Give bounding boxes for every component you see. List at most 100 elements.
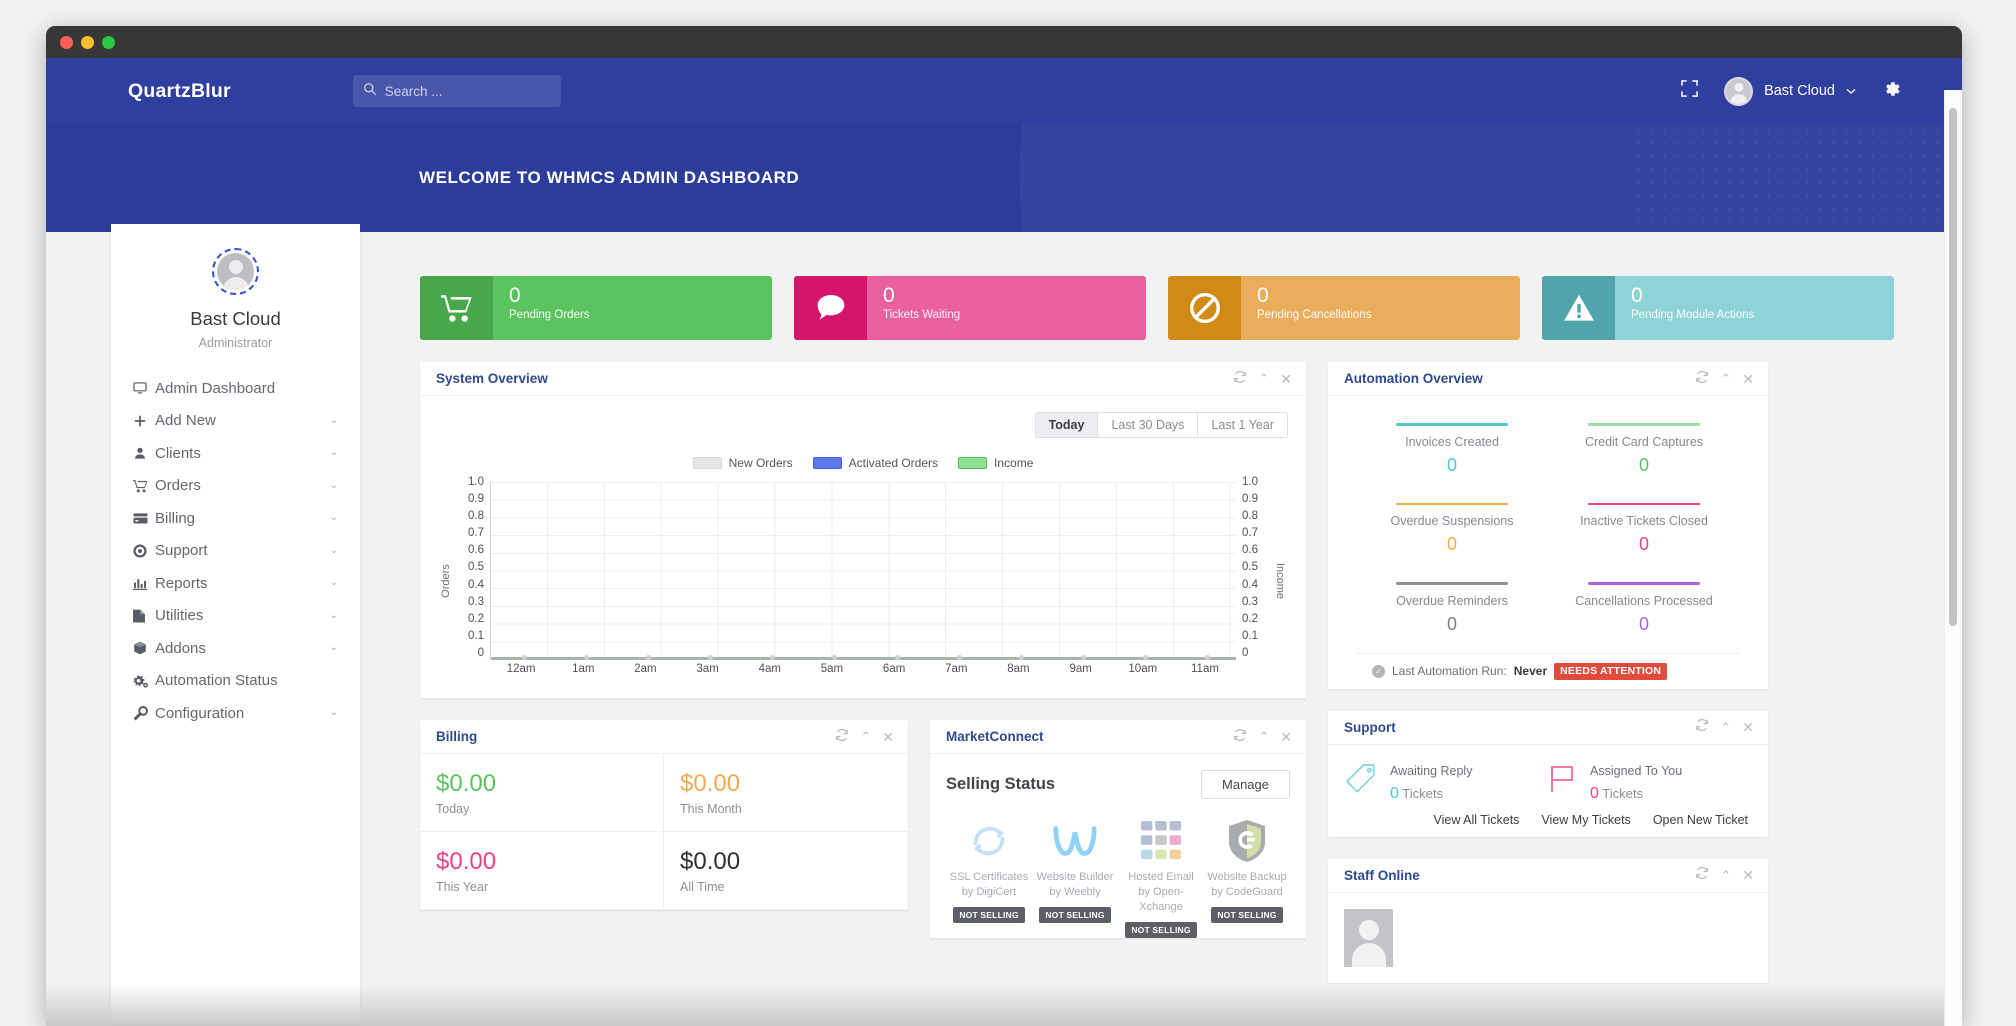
close-icon[interactable]: ✕ [882,730,894,744]
tag-icon [1344,762,1378,801]
chart-range-tabs: Today Last 30 Days Last 1 Year [1034,412,1288,438]
y-axis-tick: 1.0 [468,476,484,488]
refresh-icon[interactable] [835,728,849,746]
sidebar-item-clients[interactable]: Clients ⌄ [111,437,360,470]
product-website-backup[interactable]: Website Backup by CodeGuard NOT SELLING [1204,817,1290,938]
sidebar-item-reports[interactable]: Reports ⌄ [111,567,360,600]
y2-axis-tick: 0.5 [1242,561,1258,574]
sidebar-item-admin-dashboard[interactable]: Admin Dashboard [111,372,360,405]
billing-value: $0.00 [436,770,497,797]
panel-title: System Overview [436,371,548,386]
chevron-up-icon[interactable]: ⌃ [1720,869,1731,882]
product-ssl-certificates[interactable]: SSL Certificates by DigiCert NOT SELLING [946,817,1032,938]
automation-cell-credit-card-captures: Credit Card Captures 0 [1548,414,1740,494]
sidebar-item-label: Orders [155,477,201,495]
stat-card-tickets-waiting[interactable]: 0 Tickets Waiting [794,276,1146,340]
support-text: Assigned To You 0 Tickets [1590,759,1682,805]
window-maximize-button[interactable] [102,35,115,49]
refresh-icon[interactable] [1695,718,1709,736]
link-view-all-tickets[interactable]: View All Tickets [1434,813,1520,827]
avatar[interactable] [1344,908,1393,967]
x-axis-tick: 8am [1007,663,1030,675]
comment-icon [794,276,867,340]
sidebar-item-addons[interactable]: Addons ⌄ [111,632,360,665]
scrollbar-thumb[interactable] [1949,108,1957,626]
close-icon[interactable]: ✕ [1280,730,1292,744]
legend-label: Income [994,456,1034,470]
expand-icon[interactable] [1681,80,1698,102]
automation-label: Inactive Tickets Closed [1580,514,1708,528]
tab-today[interactable]: Today [1035,413,1099,437]
window-minimize-button[interactable] [81,35,94,49]
stat-card-pending-orders[interactable]: 0 Pending Orders [420,276,772,340]
panel-header: MarketConnect ⌃ ✕ [930,720,1306,754]
page-scrollbar[interactable] [1944,90,1962,1026]
chevron-up-icon[interactable]: ⌃ [860,730,871,743]
page-title: WELCOME TO WHMCS ADMIN DASHBOARD [419,168,800,187]
sidebar-item-automation-status[interactable]: Automation Status [111,665,360,698]
legend-item[interactable]: New Orders [692,456,793,470]
stat-card-pending-module-actions[interactable]: 0 Pending Module Actions [1542,276,1894,340]
chart-data-point [646,655,652,660]
close-icon[interactable]: ✕ [1280,372,1292,386]
sidebar-item-support[interactable]: Support ⌄ [111,535,360,568]
link-open-new-ticket[interactable]: Open New Ticket [1653,813,1748,827]
chevron-down-icon: ⌄ [329,479,338,491]
window-close-button[interactable] [60,35,73,49]
stat-label: Pending Module Actions [1631,309,1755,322]
y-axis-label: Orders [440,564,452,598]
status-badge: NOT SELLING [1039,906,1111,923]
chevron-up-icon[interactable]: ⌃ [1258,730,1269,743]
legend-item[interactable]: Income [958,456,1033,470]
legend-item[interactable]: Activated Orders [812,456,938,470]
panel-header: System Overview ⌃ ✕ [420,362,1306,396]
y-axis-tick: 0.9 [468,493,484,506]
refresh-icon[interactable] [1695,866,1709,884]
gear-icon[interactable] [1882,79,1902,104]
product-name-line1: Website Backup [1207,871,1287,883]
close-icon[interactable]: ✕ [1742,868,1754,882]
left-column: System Overview ⌃ ✕ Today Last 30 Days L… [420,362,1306,960]
y2-axis-tick: 0.1 [1242,629,1258,642]
avatar[interactable] [212,248,259,295]
automation-body: Invoices Created 0 Credit Card Captures … [1328,396,1768,689]
y-axis-tick: 0.3 [468,595,484,608]
chart-grid [490,482,1236,660]
refresh-icon[interactable] [1695,370,1709,388]
panel-tools: ⌃ ✕ [1233,728,1292,746]
stat-card-pending-cancellations[interactable]: 0 Pending Cancellations [1168,276,1520,340]
close-icon[interactable]: ✕ [1742,372,1754,386]
refresh-icon[interactable] [1233,728,1247,746]
tab-last-30-days[interactable]: Last 30 Days [1098,413,1199,437]
search-input[interactable] [384,83,551,99]
manage-button[interactable]: Manage [1201,770,1290,799]
sidebar-item-utilities[interactable]: Utilities ⌄ [111,600,360,633]
sidebar-item-billing[interactable]: Billing ⌄ [111,502,360,535]
stat-card-body: 0 Pending Cancellations [1241,276,1371,340]
link-view-my-tickets[interactable]: View My Tickets [1541,813,1630,827]
automation-value: 0 [1446,613,1457,634]
chart-data-point [522,655,528,660]
search-box[interactable] [352,75,561,107]
x-axis-tick: 9am [1069,663,1092,675]
billing-cell-this-year: $0.00 This Year [420,832,664,910]
user-menu[interactable]: Bast Cloud [1724,76,1856,106]
user-menu-label: Bast Cloud [1764,83,1835,99]
accent-rule [1588,423,1700,426]
product-website-builder[interactable]: Website Builder by Weebly NOT SELLING [1032,817,1118,938]
tab-last-1-year[interactable]: Last 1 Year [1198,413,1287,437]
chevron-up-icon[interactable]: ⌃ [1720,372,1731,385]
check-circle-icon: ✓ [1372,664,1385,678]
refresh-icon[interactable] [1233,370,1247,388]
chart-data-point [770,655,776,660]
chevron-up-icon[interactable]: ⌃ [1258,372,1269,385]
brand-logo[interactable]: QuartzBlur [128,80,231,103]
sidebar-item-configuration[interactable]: Configuration ⌄ [111,697,360,730]
automation-grid: Invoices Created 0 Credit Card Captures … [1356,414,1740,653]
close-icon[interactable]: ✕ [1742,720,1754,734]
chevron-up-icon[interactable]: ⌃ [1720,721,1731,734]
product-hosted-email[interactable]: Hosted Email by Open-Xchange NOT SELLING [1118,817,1204,938]
sidebar-item-orders[interactable]: Orders ⌄ [111,470,360,503]
selling-status-heading: Selling Status [946,775,1056,793]
sidebar-item-add-new[interactable]: Add New ⌄ [111,405,360,438]
